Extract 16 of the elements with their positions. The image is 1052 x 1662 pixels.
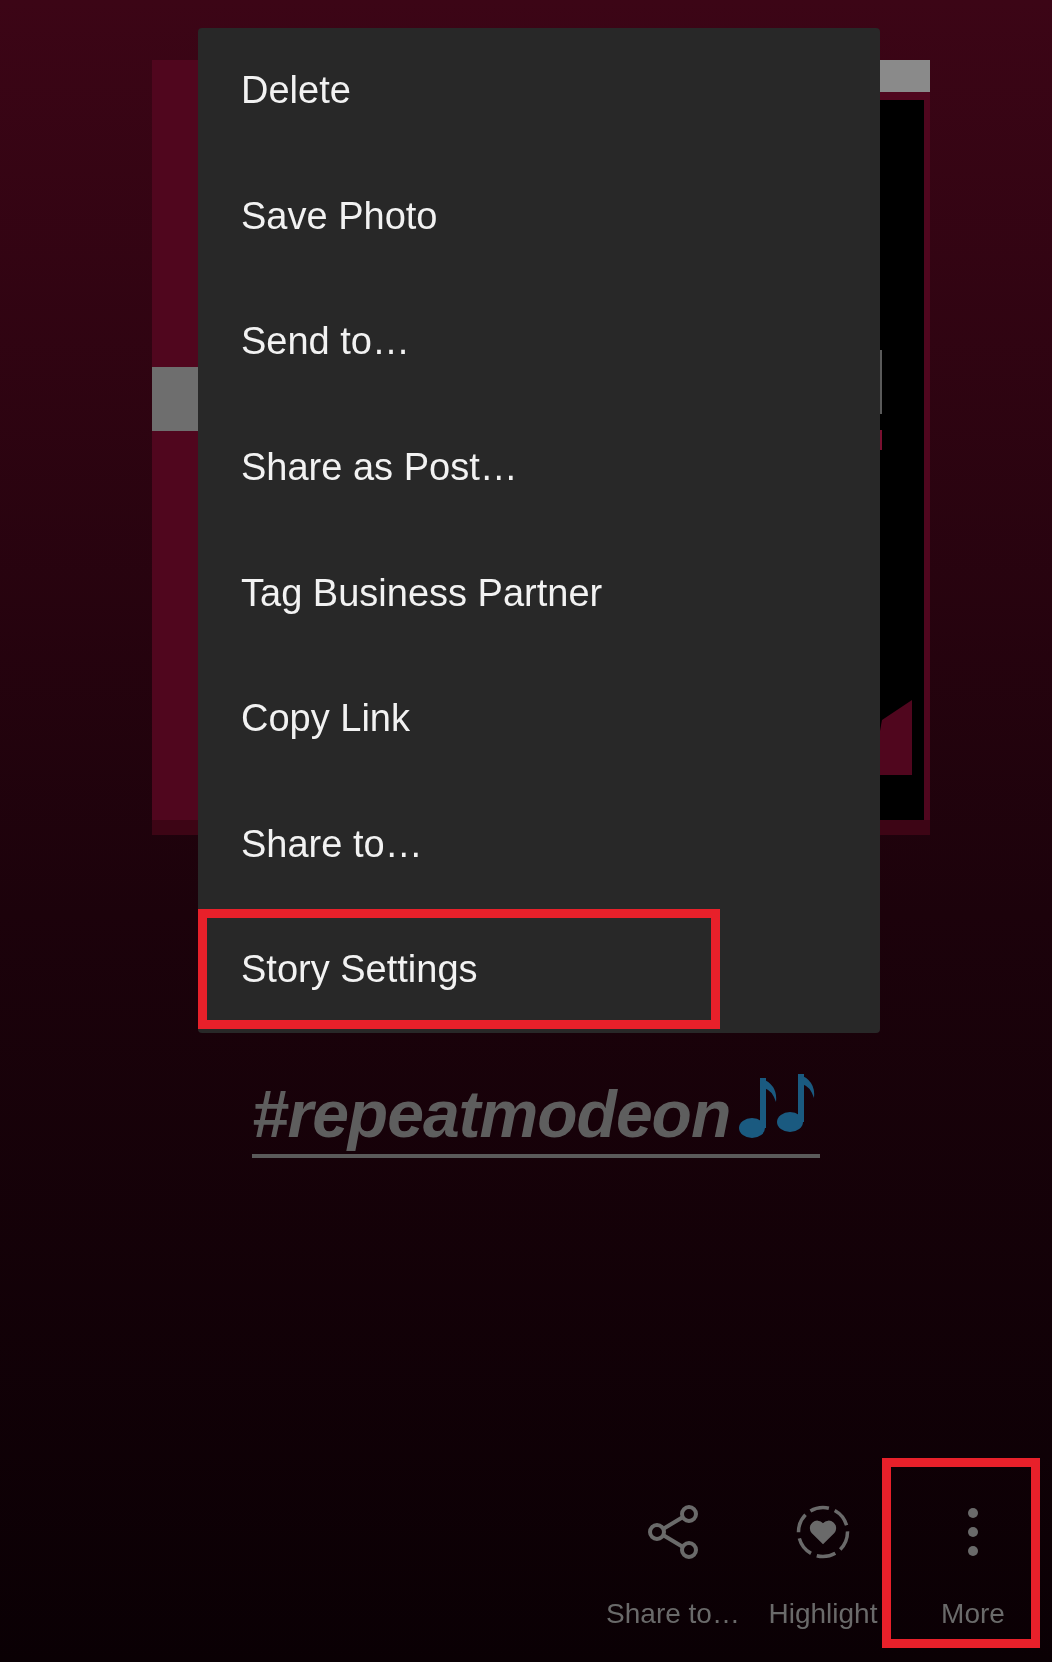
action-label: More [941, 1598, 1005, 1630]
action-label: Highlight [768, 1598, 878, 1630]
menu-item[interactable]: Copy Link [198, 655, 880, 782]
menu-item[interactable]: Tag Business Partner [198, 530, 880, 656]
hashtag-sticker: #repeatmodeon [251, 1072, 821, 1158]
action-button[interactable]: Share to… [598, 1500, 748, 1630]
action-button[interactable]: More [898, 1500, 1048, 1630]
menu-item[interactable]: Send to… [198, 279, 880, 405]
menu-item[interactable]: Delete [198, 28, 880, 154]
share-icon [645, 1504, 701, 1560]
menu-item[interactable]: Save Photo [198, 153, 880, 280]
action-button[interactable]: Highlight [748, 1500, 898, 1630]
menu-item[interactable]: Share to… [198, 781, 880, 908]
action-label: Share to… [606, 1598, 740, 1630]
menu-item[interactable]: Share as Post… [198, 404, 880, 531]
menu-item[interactable]: Story Settings [198, 907, 880, 1033]
